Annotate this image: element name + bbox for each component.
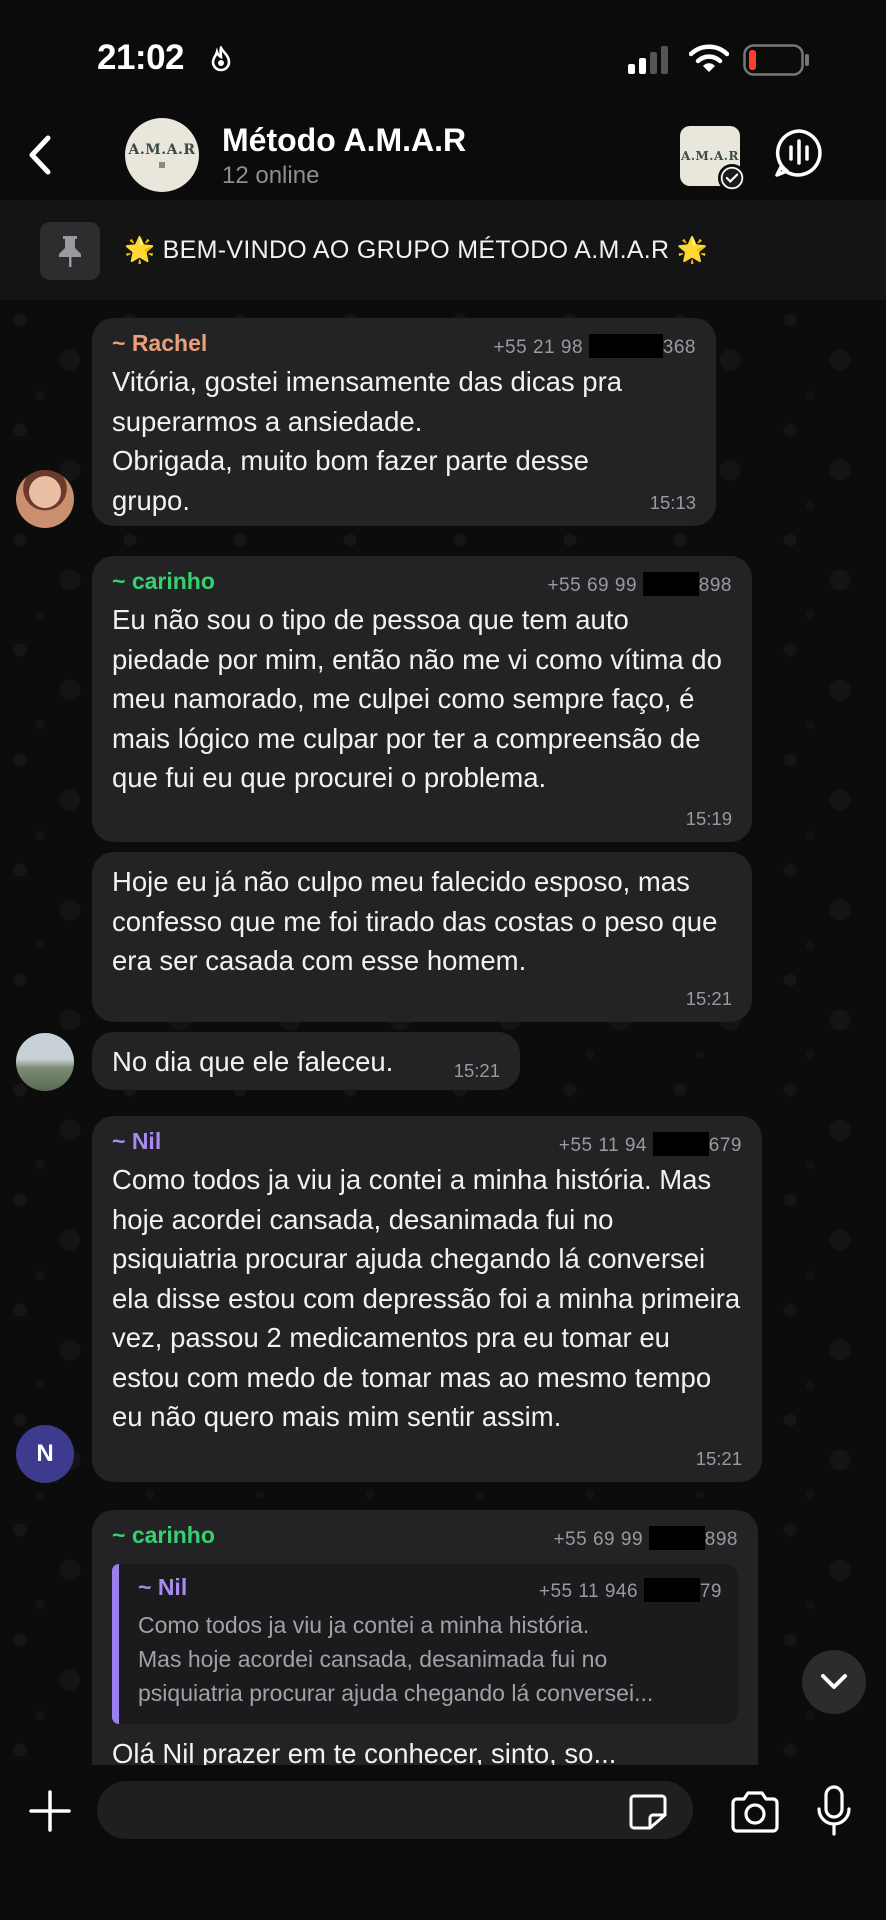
logo-mark <box>159 162 165 168</box>
redaction-block <box>642 572 699 596</box>
message-text: Vitória, gostei imensamente das dicas pr… <box>112 366 623 516</box>
message-input[interactable] <box>97 1781 693 1839</box>
chat-header: A.M.A.R Método A.M.A.R 12 online A.M.A.R <box>0 100 886 200</box>
message-bubble[interactable]: ~ carinho +55 69 99 898 Eu não sou o tip… <box>92 556 752 842</box>
status-bar: 21:02 <box>0 0 886 100</box>
microphone-icon[interactable] <box>816 1785 852 1837</box>
avatar-letter: N <box>36 1440 54 1467</box>
message-text: Eu não sou o tipo de pessoa que tem auto… <box>112 604 722 793</box>
message-time: 15:19 <box>685 808 732 829</box>
message-text: Hoje eu já não culpo meu falecido esposo… <box>112 866 718 976</box>
battery-icon <box>743 44 809 76</box>
attach-button[interactable] <box>28 1789 72 1833</box>
message-sender[interactable]: ~ Nil <box>112 1128 161 1155</box>
quoted-reply[interactable]: ~ Nil +55 11 946 79 Como todos ja viu ja… <box>112 1564 738 1724</box>
message-bubble[interactable]: ~ Rachel +55 21 98 368 Vitória, gostei i… <box>92 318 716 526</box>
redaction-block <box>643 1578 700 1602</box>
reply-text: Como todos ja viu ja contei a minha hist… <box>138 1612 654 1706</box>
message-time: 15:21 <box>685 988 732 1009</box>
sender-phone: +55 11 94 679 <box>559 1132 742 1157</box>
scroll-down-button[interactable] <box>802 1650 866 1714</box>
voice-chat-icon[interactable] <box>773 127 825 179</box>
camera-icon[interactable] <box>729 1791 781 1833</box>
reply-phone: +55 11 946 79 <box>539 1578 722 1603</box>
message-time: 15:13 <box>649 492 696 513</box>
wifi-icon <box>689 44 729 72</box>
redaction-block <box>588 334 663 358</box>
signal-icon <box>628 46 668 74</box>
avatar-carinho[interactable] <box>16 1033 74 1091</box>
avatar-rachel[interactable] <box>16 470 74 528</box>
message-time: 15:21 <box>453 1060 500 1081</box>
message-sender[interactable]: ~ carinho <box>112 568 215 595</box>
chevron-down-icon <box>821 1674 847 1689</box>
message-bubble[interactable]: ~ Nil +55 11 94 679 Como todos ja viu ja… <box>92 1116 762 1482</box>
message-bubble[interactable]: ~ carinho +55 69 99 898 ~ Nil +55 11 946… <box>92 1510 758 1800</box>
pinned-message-bar[interactable]: 🌟 BEM-VINDO AO GRUPO MÉTODO A.M.A.R 🌟 <box>0 200 886 300</box>
back-button[interactable] <box>20 130 60 180</box>
check-badge-icon <box>718 164 746 192</box>
redaction-block <box>648 1526 705 1550</box>
group-logo-text: A.M.A.R <box>128 142 196 158</box>
reply-sender: ~ Nil <box>138 1574 188 1600</box>
pin-icon <box>40 222 100 280</box>
group-avatar[interactable]: A.M.A.R <box>125 118 199 192</box>
sender-phone: +55 69 99 898 <box>547 572 732 597</box>
message-bubble[interactable]: Hoje eu já não culpo meu falecido esposo… <box>92 852 752 1022</box>
flame-icon <box>211 46 231 72</box>
message-sender[interactable]: ~ carinho <box>112 1522 215 1549</box>
reply-accent-bar <box>112 1564 119 1724</box>
avatar-nil[interactable]: N <box>16 1425 74 1483</box>
pinned-message-text: 🌟 BEM-VINDO AO GRUPO MÉTODO A.M.A.R 🌟 <box>124 236 709 264</box>
redaction-block <box>652 1132 709 1156</box>
message-text: Como todos ja viu ja contei a minha hist… <box>112 1164 741 1432</box>
sender-phone: +55 21 98 368 <box>493 334 696 359</box>
status-time: 21:02 <box>97 38 185 77</box>
message-text: No dia que ele faleceu. <box>112 1046 394 1077</box>
community-logo-text: A.M.A.R <box>681 149 739 163</box>
community-button[interactable]: A.M.A.R <box>680 126 746 192</box>
online-count: 12 online <box>222 162 320 189</box>
chat-title[interactable]: Método A.M.A.R <box>222 122 466 159</box>
message-sender[interactable]: ~ Rachel <box>112 330 207 357</box>
message-bubble[interactable]: No dia que ele faleceu. 15:21 <box>92 1032 520 1090</box>
message-composer <box>0 1765 886 1920</box>
message-time: 15:21 <box>695 1448 742 1469</box>
sender-phone: +55 69 99 898 <box>553 1526 738 1551</box>
sticker-icon[interactable] <box>628 1793 668 1831</box>
